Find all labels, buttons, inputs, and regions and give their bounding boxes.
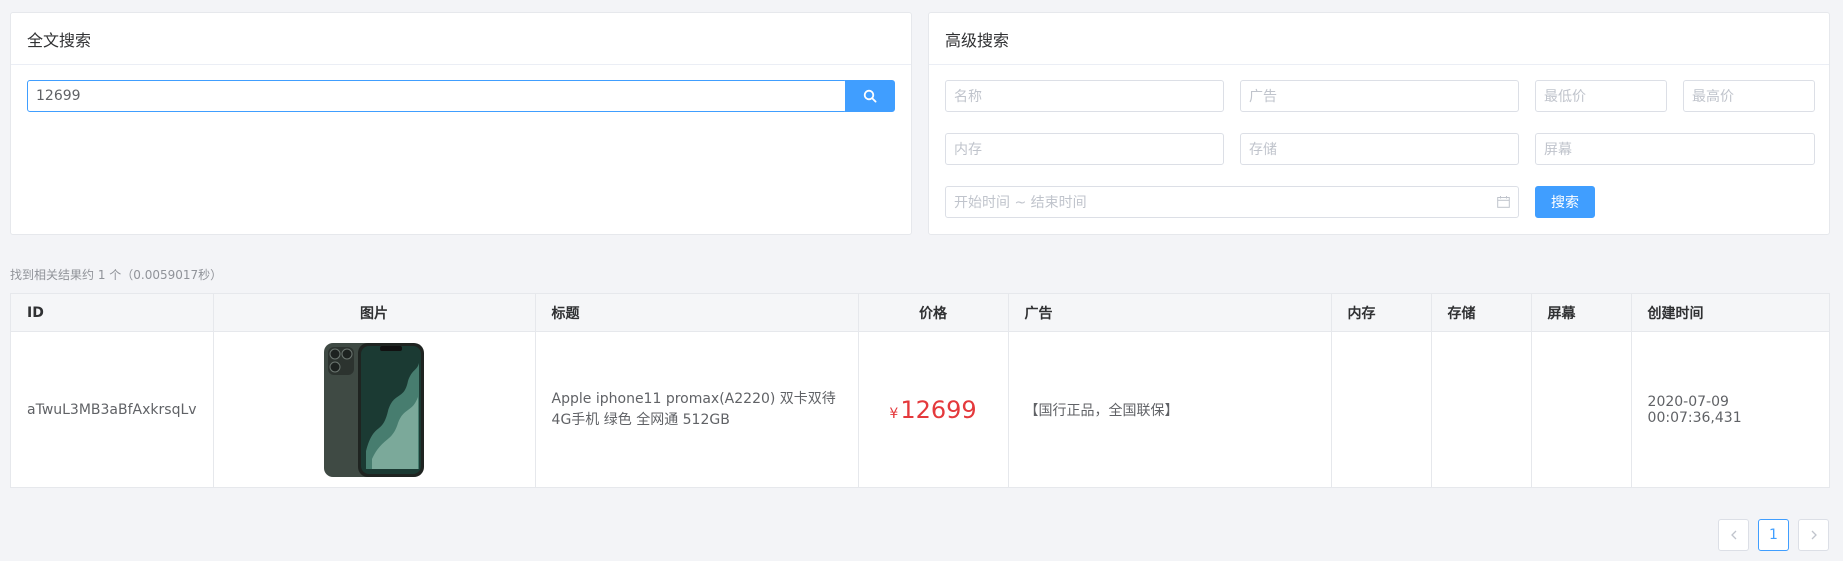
- cell-memory: [1330, 331, 1432, 488]
- calendar-icon: [1497, 196, 1510, 208]
- table-row[interactable]: aTwuL3MB3aBfAxkrsqLv Apple iphone11 prom…: [10, 331, 1831, 488]
- cell-image: [212, 331, 536, 488]
- min-price-input[interactable]: 最低价: [1535, 80, 1667, 112]
- price-value: ¥12699: [889, 396, 976, 424]
- table-header-row: ID 图片 标题 价格 广告 内存 存储 屏幕 创建时间: [10, 293, 1831, 332]
- cell-created: 2020-07-09 00:07:36,431: [1630, 331, 1831, 488]
- storage-input-placeholder: 存储: [1249, 142, 1277, 158]
- name-input[interactable]: 名称: [945, 80, 1224, 112]
- header-memory: 内存: [1330, 293, 1432, 332]
- header-storage: 存储: [1430, 293, 1532, 332]
- chevron-left-icon: [1730, 530, 1736, 540]
- phone-image: [324, 342, 425, 477]
- name-input-placeholder: 名称: [954, 89, 982, 105]
- price-amount: 12699: [900, 395, 977, 424]
- cell-id: aTwuL3MB3aBfAxkrsqLv: [10, 331, 214, 488]
- header-title: 标题: [534, 293, 859, 332]
- fulltext-search-card: 全文搜索 12699: [10, 12, 912, 235]
- header-created: 创建时间: [1630, 293, 1831, 332]
- screen-input[interactable]: 屏幕: [1535, 133, 1815, 165]
- advanced-search-button[interactable]: 搜索: [1535, 186, 1595, 218]
- advanced-search-title: 高级搜索: [929, 13, 1829, 65]
- fulltext-search-button[interactable]: [845, 80, 895, 112]
- pagination-page-1[interactable]: 1: [1758, 519, 1789, 551]
- max-price-input[interactable]: 最高价: [1683, 80, 1815, 112]
- cell-ad: 【国行正品，全国联保】: [1007, 331, 1332, 488]
- chevron-right-icon: [1811, 530, 1817, 540]
- price-currency: ¥: [889, 405, 899, 422]
- screen-input-placeholder: 屏幕: [1544, 142, 1572, 158]
- results-table: ID 图片 标题 价格 广告 内存 存储 屏幕 创建时间 aTwuL3MB3aB…: [10, 293, 1831, 488]
- header-ad: 广告: [1007, 293, 1332, 332]
- storage-input[interactable]: 存储: [1240, 133, 1519, 165]
- fulltext-search-input[interactable]: 12699: [27, 80, 847, 112]
- header-image: 图片: [212, 293, 536, 332]
- advanced-search-card: 高级搜索 名称 广告 最低价 最高价 内存 存储 屏幕 开始时间 ~ 结束时间 …: [928, 12, 1830, 235]
- min-price-placeholder: 最低价: [1544, 89, 1586, 105]
- memory-input-placeholder: 内存: [954, 142, 982, 158]
- cell-title: Apple iphone11 promax(A2220) 双卡双待4G手机 绿色…: [534, 331, 859, 488]
- result-summary: 找到相关结果约 1 个（0.0059017秒）: [10, 268, 223, 282]
- cell-screen: [1530, 331, 1632, 488]
- pagination-prev-button[interactable]: [1718, 519, 1749, 551]
- header-price: 价格: [857, 293, 1009, 332]
- date-range-picker[interactable]: 开始时间 ~ 结束时间: [945, 186, 1519, 218]
- ad-input[interactable]: 广告: [1240, 80, 1519, 112]
- date-range-placeholder: 开始时间 ~ 结束时间: [954, 195, 1087, 211]
- header-id: ID: [10, 293, 214, 332]
- max-price-placeholder: 最高价: [1692, 89, 1734, 105]
- fulltext-search-value: 12699: [36, 88, 81, 104]
- search-icon: [863, 89, 877, 103]
- memory-input[interactable]: 内存: [945, 133, 1224, 165]
- pagination-next-button[interactable]: [1798, 519, 1829, 551]
- fulltext-search-title: 全文搜索: [11, 13, 911, 65]
- cell-storage: [1430, 331, 1532, 488]
- cell-price: ¥12699: [857, 331, 1009, 488]
- header-screen: 屏幕: [1530, 293, 1632, 332]
- ad-input-placeholder: 广告: [1249, 89, 1277, 105]
